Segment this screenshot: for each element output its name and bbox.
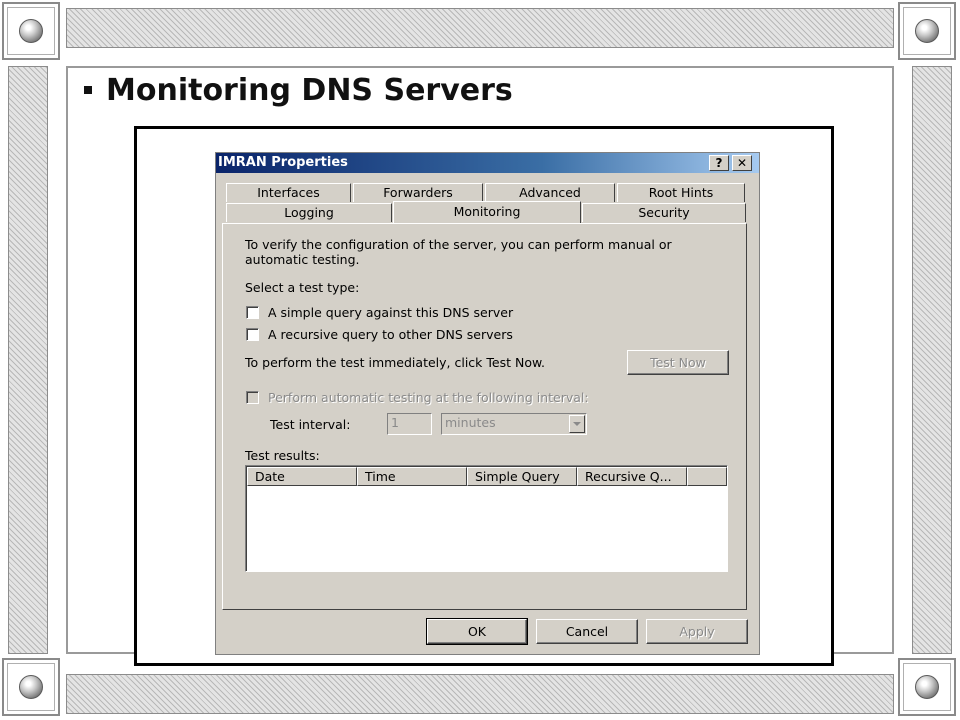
dialog-title: IMRAN Properties <box>218 155 348 170</box>
corner-ornament-bottom-right <box>898 658 956 716</box>
frame-top-bar <box>66 8 894 48</box>
frame-inner-line-left <box>66 66 68 654</box>
dialog-titlebar: IMRAN Properties ? ✕ <box>216 153 759 173</box>
corner-ball-icon <box>915 19 939 43</box>
tab-root-hints[interactable]: Root Hints <box>617 183 745 202</box>
select-test-label: Select a test type: <box>245 280 360 295</box>
recursive-query-label[interactable]: A recursive query to other DNS servers <box>268 327 513 342</box>
apply-button[interactable]: Apply <box>646 619 748 644</box>
column-header-time[interactable]: Time <box>357 467 467 486</box>
tab-monitoring[interactable]: Monitoring <box>393 201 581 223</box>
corner-ball-icon <box>19 19 43 43</box>
column-header-simple-query[interactable]: Simple Query <box>467 467 577 486</box>
frame-inner-line-top <box>66 66 894 68</box>
interval-unit-value: minutes <box>445 415 496 430</box>
auto-test-checkbox[interactable] <box>246 391 259 404</box>
ok-button[interactable]: OK <box>426 618 528 645</box>
frame-bottom-bar <box>66 674 894 714</box>
intro-text-line1: To verify the configuration of the serve… <box>245 237 672 252</box>
test-now-instruction: To perform the test immediately, click T… <box>245 355 546 370</box>
test-results-label: Test results: <box>245 448 320 463</box>
tab-logging[interactable]: Logging <box>226 203 392 222</box>
column-header-date[interactable]: Date <box>247 467 357 486</box>
simple-query-checkbox[interactable] <box>246 306 259 319</box>
test-interval-input[interactable]: 1 <box>387 413 432 435</box>
dropdown-arrow-icon[interactable] <box>569 415 585 433</box>
properties-dialog: IMRAN Properties ? ✕ Interfaces Forwarde… <box>215 152 760 655</box>
auto-test-label[interactable]: Perform automatic testing at the followi… <box>268 390 589 405</box>
corner-ball-icon <box>19 675 43 699</box>
recursive-query-checkbox[interactable] <box>246 328 259 341</box>
slide-title-text: Monitoring DNS Servers <box>106 72 513 108</box>
interval-unit-select[interactable]: minutes <box>441 413 587 435</box>
tab-interfaces[interactable]: Interfaces <box>226 183 351 202</box>
tab-forwarders[interactable]: Forwarders <box>353 183 483 202</box>
column-header-recursive-query[interactable]: Recursive Q... <box>577 467 687 486</box>
help-button[interactable]: ? <box>709 155 729 171</box>
corner-ornament-bottom-left <box>2 658 60 716</box>
corner-ornament-top-right <box>898 2 956 60</box>
corner-ball-icon <box>915 675 939 699</box>
test-results-list[interactable]: Date Time Simple Query Recursive Q... <box>245 465 728 572</box>
frame-right-bar <box>912 66 952 654</box>
column-header-empty <box>687 467 727 486</box>
corner-ornament-top-left <box>2 2 60 60</box>
slide-title: Monitoring DNS Servers <box>84 70 513 110</box>
frame-inner-line-right <box>892 66 894 654</box>
bullet-icon <box>84 86 92 94</box>
cancel-button[interactable]: Cancel <box>536 619 638 644</box>
frame-left-bar <box>8 66 48 654</box>
test-interval-label: Test interval: <box>270 417 351 432</box>
close-button[interactable]: ✕ <box>732 155 752 171</box>
tab-security[interactable]: Security <box>582 203 746 222</box>
monitoring-panel: To verify the configuration of the serve… <box>222 223 747 610</box>
test-now-button[interactable]: Test Now <box>627 350 729 375</box>
simple-query-label[interactable]: A simple query against this DNS server <box>268 305 513 320</box>
intro-text-line2: automatic testing. <box>245 252 360 267</box>
tab-advanced[interactable]: Advanced <box>485 183 615 202</box>
